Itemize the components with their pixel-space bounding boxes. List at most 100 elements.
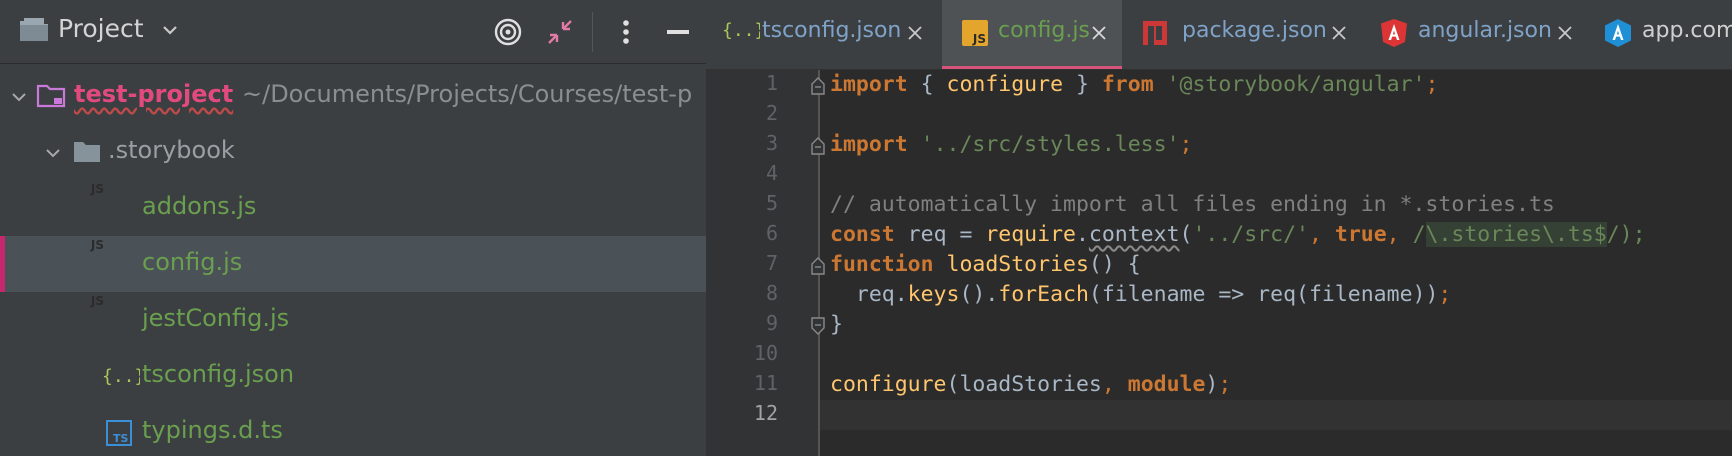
npm-icon (1142, 20, 1168, 50)
tab-package-json[interactable]: package.json (1122, 0, 1362, 69)
header-separator (592, 12, 593, 52)
code-text: . (1075, 222, 1089, 247)
code-line-11: configure(loadStories, module); (830, 370, 1231, 400)
tree-item-root[interactable]: test-project ~/Documents/Projects/Course… (0, 68, 706, 124)
module-folder-icon (36, 84, 66, 112)
tree-item-file[interactable]: JS jestConfig.js (0, 292, 706, 348)
tree-item-file[interactable]: TS typings.d.ts (0, 404, 706, 456)
line-number: 8 (765, 281, 778, 305)
close-icon[interactable] (1552, 20, 1578, 46)
string: '../src/styles.less' (920, 132, 1180, 157)
folder-name: .storybook (108, 136, 235, 164)
line-number-current: 12 (753, 401, 778, 425)
code-text: req. (830, 282, 908, 307)
angular-component-icon (1604, 18, 1632, 52)
json-file-icon: {..} (722, 16, 765, 48)
svg-text:{..}: {..} (102, 366, 140, 387)
comment: // automatically import all files ending… (830, 192, 1555, 217)
tree-item-storybook-folder[interactable]: .storybook (0, 124, 706, 180)
punctuation: ; (1425, 72, 1439, 97)
line-number: 3 (765, 131, 778, 155)
identifier: forEach (998, 282, 1089, 307)
fold-icon[interactable] (810, 256, 826, 280)
tree-item-file[interactable]: {..} tsconfig.json (0, 348, 706, 404)
code-line-6: const req = require.context('../src/', t… (830, 220, 1646, 250)
file-name: typings.d.ts (142, 416, 283, 444)
line-number: 4 (765, 161, 778, 185)
angular-icon (1380, 18, 1408, 52)
file-name: addons.js (142, 192, 257, 220)
project-panel-header: Project (0, 0, 706, 64)
close-icon[interactable] (1326, 20, 1352, 46)
code-line-7: function loadStories() { (830, 250, 1141, 280)
code-line-9: } (830, 310, 843, 340)
line-number: 2 (765, 101, 778, 125)
code-text: ) (1205, 372, 1219, 397)
file-name: jestConfig.js (142, 304, 290, 332)
code-text: (filename => req(filename)) (1088, 282, 1439, 307)
code-text: { (907, 72, 947, 97)
close-icon[interactable] (902, 20, 928, 46)
code-text: (). (959, 282, 999, 307)
chevron-down-icon[interactable] (10, 88, 28, 110)
ts-file-icon: TS (106, 420, 132, 450)
keyword: function (830, 252, 934, 277)
code-area[interactable]: import { configure } from '@storybook/an… (830, 70, 1732, 456)
collapse-all-icon[interactable] (542, 14, 578, 50)
line-number: 1 (765, 71, 778, 95)
fold-icon[interactable] (810, 76, 826, 100)
line-number: 7 (765, 251, 778, 275)
minimize-icon[interactable] (660, 14, 696, 50)
code-text: /); (1606, 222, 1646, 247)
line-number: 10 (753, 341, 778, 365)
file-name: config.js (142, 248, 243, 276)
code-line-5: // automatically import all files ending… (830, 190, 1555, 220)
more-options-icon[interactable] (608, 14, 644, 50)
file-name: tsconfig.json (142, 360, 295, 388)
locate-file-icon[interactable] (490, 14, 526, 50)
identifier: configure (946, 72, 1064, 97)
folder-icon (72, 140, 102, 168)
editor-tab-bar: {..} tsconfig.json JS config.js (706, 0, 1732, 70)
code-text: (loadStories (946, 372, 1102, 397)
string: '../src/' (1192, 222, 1309, 247)
code-text: () { (1088, 252, 1141, 277)
tab-label: angular.json (1418, 18, 1552, 43)
identifier: keys (907, 282, 960, 307)
project-panel-title[interactable]: Project (58, 14, 144, 43)
project-folder-icon (18, 16, 50, 48)
tab-label: package.json (1182, 18, 1327, 43)
code-line-8: req.keys().forEach(filename => req(filen… (830, 280, 1451, 310)
identifier: configure (830, 372, 947, 397)
chevron-down-icon[interactable] (44, 144, 62, 166)
tab-tsconfig-json[interactable]: {..} tsconfig.json (706, 0, 942, 69)
tree-item-file[interactable]: JS addons.js (0, 180, 706, 236)
tree-item-file-selected[interactable]: JS config.js (0, 236, 706, 292)
code-line-1: import { configure } from '@storybook/an… (830, 70, 1438, 100)
punctuation: , (1101, 372, 1115, 397)
code-text: req = (894, 222, 986, 247)
identifier-warning: context (1088, 222, 1180, 247)
root-project-name: test-project (74, 80, 234, 108)
line-number: 9 (765, 311, 778, 335)
punctuation: ; (1218, 372, 1232, 397)
keyword: import (830, 72, 908, 97)
punctuation: ; (1179, 132, 1193, 157)
fold-icon[interactable] (810, 136, 826, 160)
close-icon[interactable] (1086, 20, 1112, 46)
tab-app-component[interactable]: app.com (1586, 0, 1732, 69)
root-project-path: ~/Documents/Projects/Courses/test-p (242, 80, 693, 108)
punctuation: , (1308, 222, 1322, 247)
fold-icon[interactable] (810, 316, 826, 340)
code-text: } (1063, 72, 1102, 97)
chevron-down-icon[interactable] (160, 20, 180, 44)
project-tool-window: Project test-project ~/Documents/Project… (0, 0, 706, 456)
punctuation: , (1386, 222, 1400, 247)
tab-angular-json[interactable]: angular.json (1362, 0, 1586, 69)
tab-label: tsconfig.json (762, 18, 902, 43)
tab-config-js[interactable]: JS config.js (942, 0, 1122, 69)
line-number: 5 (765, 191, 778, 215)
punctuation: ; (1438, 282, 1452, 307)
function-name: loadStories (946, 252, 1089, 277)
keyword: from (1101, 72, 1154, 97)
